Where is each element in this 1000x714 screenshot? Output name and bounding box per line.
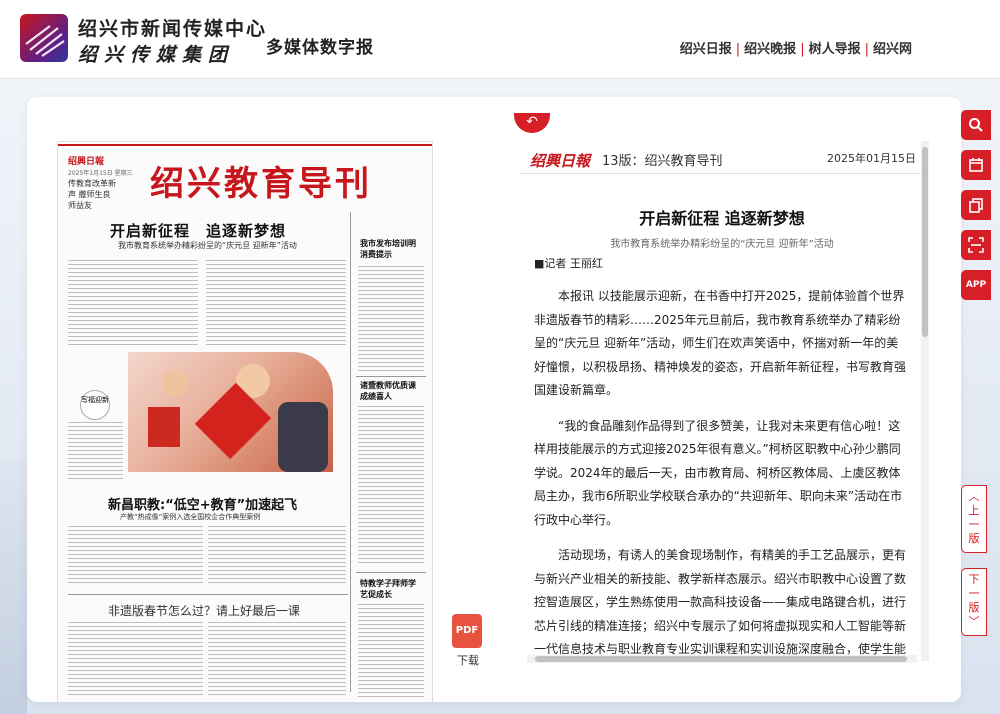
copy-icon[interactable]	[961, 190, 991, 220]
article-paper-logo: 绍興日報	[530, 152, 591, 170]
child-jacket	[278, 402, 328, 472]
text-column	[68, 526, 203, 586]
side-headline-2[interactable]: 诸暨教师优质课成绩喜人	[360, 380, 420, 402]
column-divider	[350, 212, 351, 692]
calendar-icon[interactable]	[961, 150, 991, 180]
next-page-button[interactable]: 下一版 ﹀	[961, 568, 987, 636]
back-arrow-icon[interactable]: ↶	[514, 113, 550, 133]
header-divider	[520, 173, 924, 174]
article-hotspot-headline-1[interactable]: 开启新征程 追逐新梦想	[110, 220, 286, 241]
article-panel: 绍興日報 13版：绍兴教育导刊 2025年01月15日 开启新征程 追逐新梦想 …	[520, 141, 924, 661]
nav-separator: |	[800, 42, 805, 57]
divider	[68, 594, 348, 595]
top-nav: 绍兴日报 | 绍兴晚报 | 树人导报 | 绍兴网	[680, 38, 912, 57]
photo-caption: 写福迎新	[80, 390, 110, 420]
nav-link-shaoxing-evening[interactable]: 绍兴晚报	[744, 42, 796, 57]
text-column	[208, 526, 346, 586]
nav-link-shuren-guide[interactable]: 树人导报	[809, 42, 861, 57]
text-column	[68, 260, 198, 345]
horizontal-scrollbar[interactable]	[527, 655, 917, 663]
paper-masthead: 绍興日報	[68, 157, 105, 167]
article-date: 2025年01月15日	[827, 152, 916, 165]
scan-icon[interactable]	[961, 230, 991, 260]
background-decoration	[0, 460, 27, 714]
subhead-2: 产教“热成像”案例入选全国校企合作典型案例	[120, 513, 261, 521]
text-column	[358, 406, 424, 566]
article-page-label: 13版：绍兴教育导刊	[602, 154, 723, 169]
article-paragraph: 活动现场，有诱人的美食现场制作，有精美的手工艺品展示，更有与新兴产业相关的新技能…	[534, 548, 907, 656]
text-column	[68, 422, 123, 482]
paper-slogan: 传教育改革新声 撒师生良师益友	[68, 179, 116, 210]
scroll-thumb[interactable]	[922, 147, 928, 337]
article-hotspot-headline-2[interactable]: 新昌职教:“低空+教育”加速起飞	[108, 494, 297, 513]
nav-link-shaoxing-daily[interactable]: 绍兴日报	[680, 42, 732, 57]
org-name: 绍兴市新闻传媒中心	[78, 18, 268, 40]
article-paragraph: 本报讯 以技能展示迎新，在书香中打开2025，提前体验首个世界非遗版春节的精彩……	[534, 289, 907, 397]
text-column	[206, 260, 346, 345]
text-column	[68, 622, 203, 697]
news-photo[interactable]	[128, 352, 333, 472]
nav-link-shaoxing-net[interactable]: 绍兴网	[873, 42, 912, 57]
pdf-download-icon[interactable]: PDF	[452, 614, 482, 648]
text-column	[208, 622, 346, 697]
vertical-scrollbar[interactable]	[921, 141, 929, 661]
scroll-thumb[interactable]	[535, 656, 907, 662]
side-headline-3[interactable]: 特教学子拜师学艺促成长	[360, 578, 420, 600]
divider	[356, 376, 426, 377]
nav-separator: |	[864, 42, 869, 57]
article-paragraph: “我的食品雕刻作品得到了很多赞美，让我对未来更有信心啦！这样用技能展示的方式迎接…	[534, 418, 903, 527]
section-title: 绍兴教育导刊	[150, 164, 372, 204]
top-rule	[58, 144, 432, 146]
nav-separator: |	[735, 42, 741, 57]
text-column	[358, 266, 424, 371]
article-title: 开启新征程 追逐新梦想	[639, 209, 805, 228]
subhead-1: 我市教育系统举办精彩纷呈的“庆元旦 迎新年”活动	[118, 241, 297, 250]
fu-character-paper	[148, 407, 180, 447]
paper-date: 2025年1月15日 星期三	[68, 170, 133, 177]
site-title: 多媒体数字报	[266, 38, 374, 58]
side-headline-1[interactable]: 我市发布培训明消费提示	[360, 238, 420, 260]
divider	[356, 572, 426, 573]
article-body: 本报讯 以技能展示迎新，在书香中打开2025，提前体验首个世界非遗版春节的精彩……	[534, 285, 906, 661]
newspaper-page-image[interactable]: 绍興日報 2025年1月15日 星期三 传教育改革新声 撒师生良师益友 绍兴教育…	[57, 141, 433, 702]
org-group-name: 绍兴传媒集团	[78, 44, 235, 66]
app-button[interactable]: APP	[961, 270, 991, 300]
media-center-logo[interactable]	[20, 14, 68, 62]
article-hotspot-headline-3[interactable]: 非遗版春节怎么过？请上好最后一课	[108, 602, 300, 619]
pdf-download-label[interactable]: 下载	[457, 652, 479, 668]
prev-page-label: ︿ 上一版	[968, 490, 980, 545]
child-face	[162, 370, 188, 396]
prev-page-button[interactable]: ︿ 上一版	[961, 485, 987, 553]
article-subtitle: 我市教育系统举办精彩纷呈的“庆元旦 迎新年”活动	[610, 239, 834, 250]
article-author: ■记者 王丽红	[534, 257, 603, 270]
next-page-label: 下一版 ﹀	[968, 573, 980, 628]
reader-card: 绍興日報 2025年1月15日 星期三 传教育改革新声 撒师生良师益友 绍兴教育…	[27, 97, 961, 702]
text-column	[358, 604, 424, 698]
site-header: 绍兴市新闻传媒中心 绍兴传媒集团 多媒体数字报 绍兴日报 | 绍兴晚报 | 树人导报 | 绍…	[0, 0, 1000, 79]
search-icon[interactable]	[961, 110, 991, 140]
